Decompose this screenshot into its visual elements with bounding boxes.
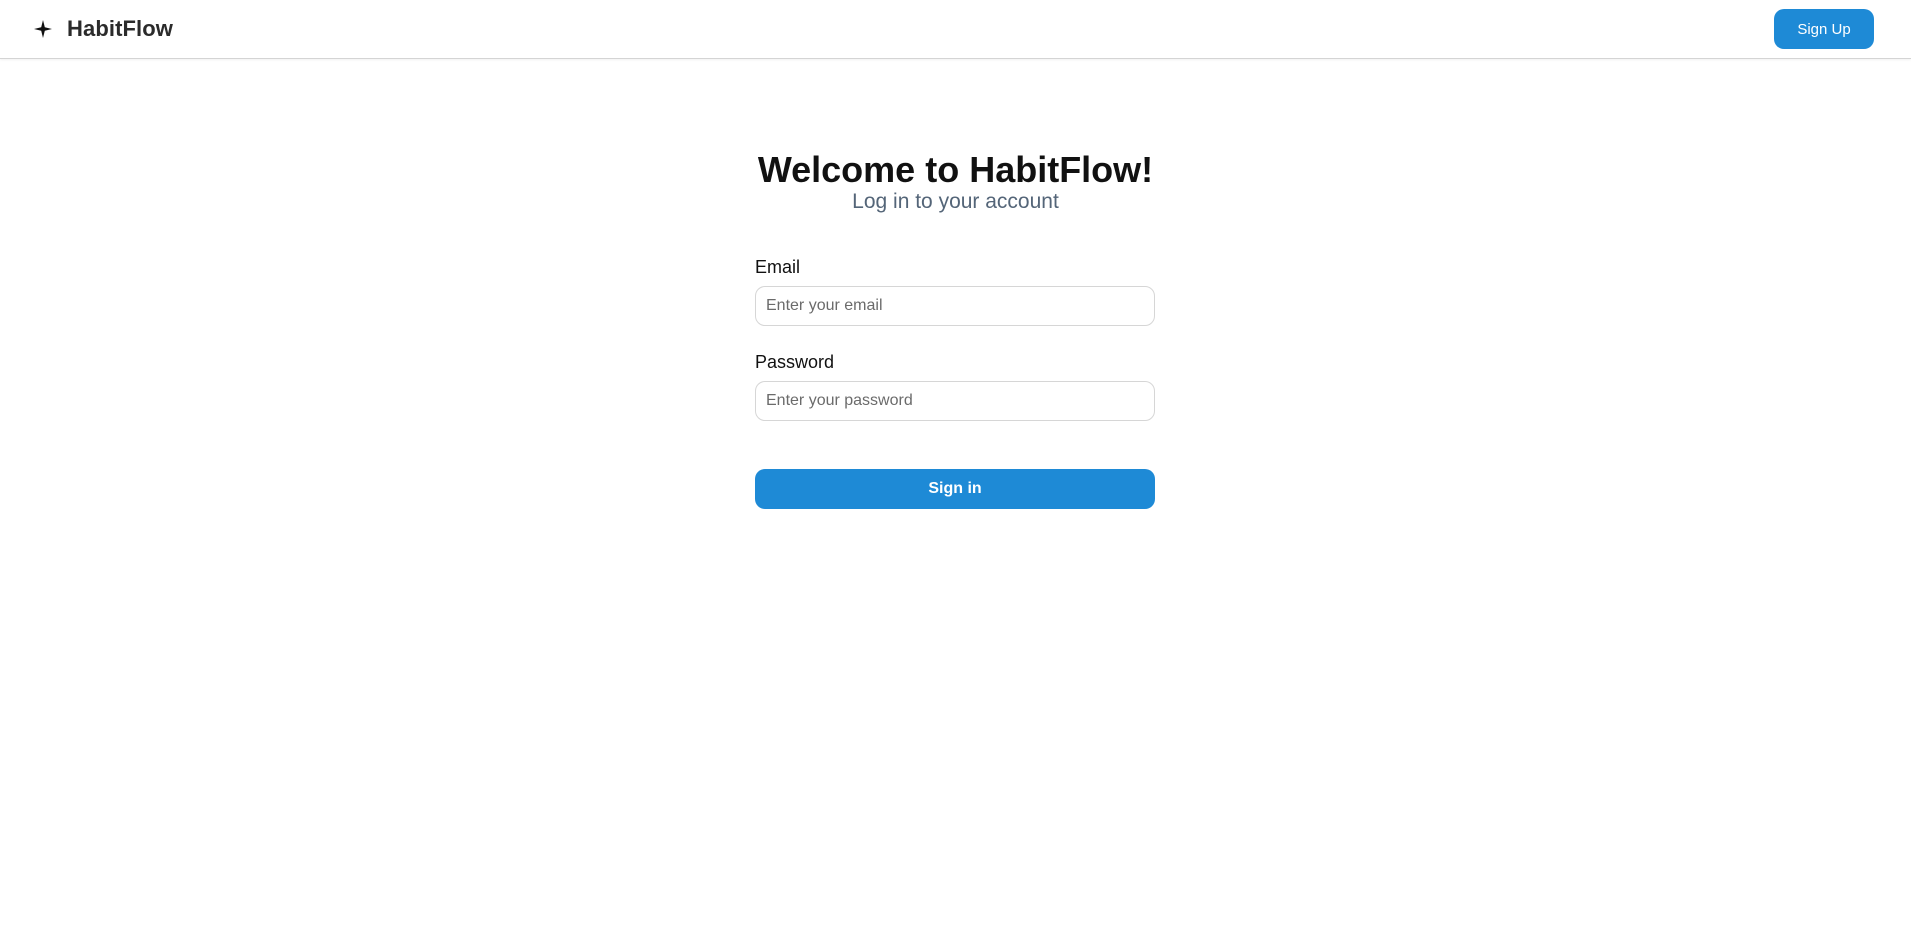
sparkle-icon (33, 19, 53, 39)
page-subtitle: Log in to your account (852, 190, 1059, 213)
sign-up-button[interactable]: Sign Up (1774, 9, 1874, 49)
page-title: Welcome to HabitFlow! (757, 149, 1154, 190)
brand-logo-link[interactable]: HabitFlow (33, 12, 173, 46)
login-form: Email Password Sign in (755, 256, 1155, 509)
password-label: Password (755, 352, 835, 372)
login-page: Welcome to HabitFlow! Log in to your acc… (0, 60, 1911, 938)
email-field[interactable] (755, 286, 1155, 326)
brand-name: HabitFlow (67, 16, 174, 41)
email-label: Email (755, 257, 801, 277)
password-field[interactable] (755, 381, 1155, 421)
sign-in-button[interactable]: Sign in (755, 469, 1155, 509)
top-nav-bar: HabitFlow Sign Up (0, 0, 1911, 59)
